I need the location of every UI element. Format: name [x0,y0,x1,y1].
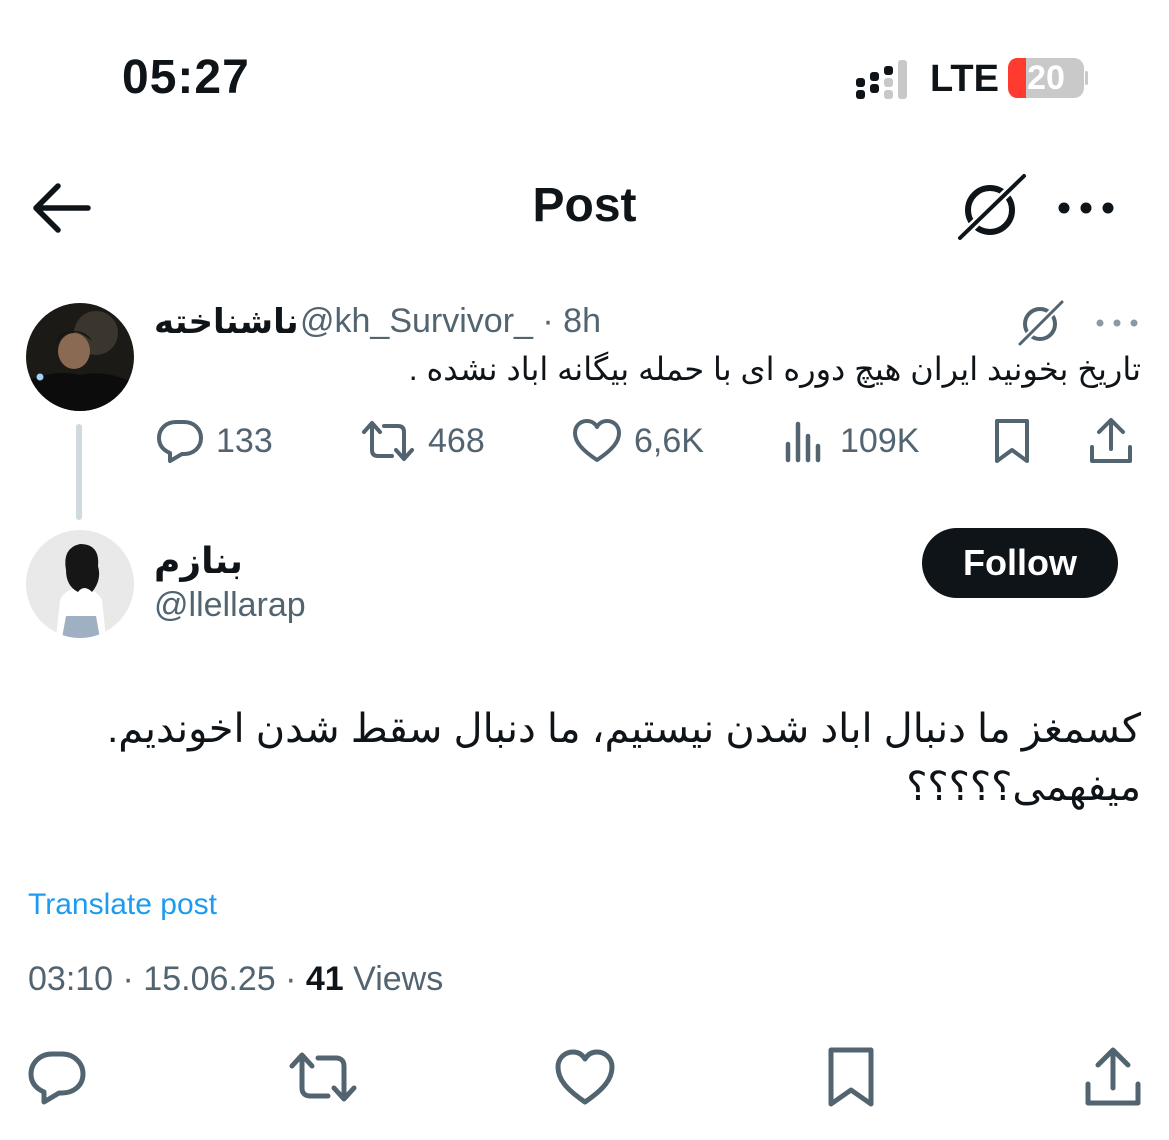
bookmark-icon [995,419,1029,463]
separator-dot: · [542,302,554,340]
bookmark-button[interactable] [992,416,1044,466]
repost-button[interactable]: 468 [360,416,485,466]
post-timestamp: 03:10 · 15.06.25 · [28,960,297,998]
reply-icon[interactable] [26,1046,88,1108]
share-button[interactable] [1088,416,1146,466]
reply-button[interactable]: 133 [156,416,273,466]
repost-icon [362,421,414,461]
parent-display-name[interactable]: ناشناخته [154,302,299,342]
like-count: 6,6K [634,421,704,460]
reply-display-name[interactable]: بنازم [154,540,243,582]
parent-handle-line[interactable]: @kh_Survivor_ · 8h [300,302,601,341]
analytics-icon [785,421,821,463]
share-icon [1090,418,1132,463]
views-button[interactable]: 109K [784,416,919,466]
bookmark-icon[interactable] [826,1046,876,1108]
like-button[interactable]: 6,6K [572,416,704,466]
repost-count: 468 [428,421,485,460]
thread-connector [76,424,82,520]
reply-text-line: میفهمی؟؟؟؟؟ [906,765,1141,809]
repost-icon[interactable] [288,1046,358,1108]
battery-level: 20 [1027,59,1065,97]
parent-handle[interactable]: @kh_Survivor_ [300,302,533,340]
heart-icon [573,419,621,462]
share-icon[interactable] [1084,1046,1142,1108]
more-options-icon[interactable] [1094,314,1140,332]
parent-post-text: تاریخ بخونید ایران هیچ دوره ای با حمله ب… [408,351,1141,387]
reply-icon [157,420,203,463]
post-meta: 03:10 · 15.06.25 · 41 Views [28,960,443,999]
signal-strength-icon [856,60,916,100]
parent-age: 8h [563,302,601,340]
views-count: 109K [840,421,920,460]
follow-button[interactable]: Follow [922,528,1118,598]
translate-post-link[interactable]: Translate post [28,888,217,922]
grok-icon[interactable] [956,172,1028,244]
avatar[interactable] [26,530,134,638]
avatar[interactable] [26,303,134,411]
reply-handle[interactable]: @llellarap [154,586,306,625]
grok-icon[interactable] [1016,298,1066,348]
views-count[interactable]: 41 [306,960,344,998]
views-label[interactable]: Views [353,960,443,998]
reply-count: 133 [216,421,273,460]
reply-post-text: کسمغز ما دنبال اباد شدن نیستیم، ما دنبال… [31,700,1141,816]
heart-icon[interactable] [554,1046,616,1108]
network-type: LTE [930,58,999,100]
more-options-icon[interactable] [1056,196,1116,220]
status-time: 05:27 [122,51,250,104]
reply-text-line: کسمغز ما دنبال اباد شدن نیستیم، ما دنبال… [107,707,1141,751]
